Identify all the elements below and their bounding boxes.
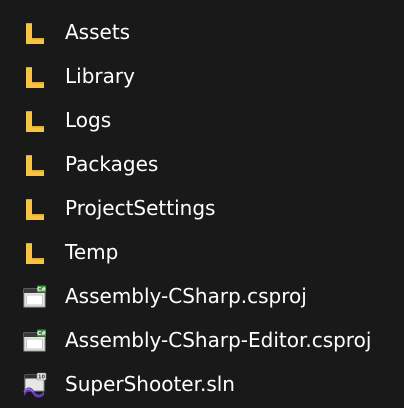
csproj-file-icon: C# bbox=[23, 285, 46, 308]
item-label: Assembly-CSharp.csproj bbox=[65, 284, 307, 308]
list-item-assets[interactable]: Assets bbox=[0, 10, 404, 54]
list-item-library[interactable]: Library bbox=[0, 54, 404, 98]
folder-icon bbox=[26, 155, 44, 176]
visual-studio-solution-icon: 10 bbox=[23, 372, 47, 398]
item-label: SuperShooter.sln bbox=[65, 372, 235, 396]
list-item-supershooter-sln[interactable]: 10 SuperShooter.sln bbox=[0, 362, 404, 406]
item-label: Logs bbox=[65, 108, 112, 132]
list-item-assembly-csharp-editor-csproj[interactable]: C# Assembly-CSharp-Editor.csproj bbox=[0, 318, 404, 362]
file-list: Assets Library Logs Packages ProjectSett… bbox=[0, 10, 404, 406]
svg-text:C#: C# bbox=[37, 331, 46, 337]
item-label: Packages bbox=[65, 152, 159, 176]
svg-text:10: 10 bbox=[38, 375, 45, 381]
list-item-assembly-csharp-csproj[interactable]: C# Assembly-CSharp.csproj bbox=[0, 274, 404, 318]
csproj-file-icon: C# bbox=[23, 329, 46, 352]
item-label: Library bbox=[65, 64, 135, 88]
svg-text:C#: C# bbox=[37, 287, 46, 293]
item-label: Assets bbox=[65, 20, 131, 44]
folder-icon bbox=[26, 199, 44, 220]
list-item-projectsettings[interactable]: ProjectSettings bbox=[0, 186, 404, 230]
item-label: Assembly-CSharp-Editor.csproj bbox=[65, 328, 372, 352]
folder-icon bbox=[26, 111, 44, 132]
folder-icon bbox=[26, 243, 44, 264]
list-item-temp[interactable]: Temp bbox=[0, 230, 404, 274]
item-label: Temp bbox=[65, 240, 119, 264]
folder-icon bbox=[26, 67, 44, 88]
list-item-packages[interactable]: Packages bbox=[0, 142, 404, 186]
item-label: ProjectSettings bbox=[65, 196, 216, 220]
folder-icon bbox=[26, 23, 44, 44]
list-item-logs[interactable]: Logs bbox=[0, 98, 404, 142]
